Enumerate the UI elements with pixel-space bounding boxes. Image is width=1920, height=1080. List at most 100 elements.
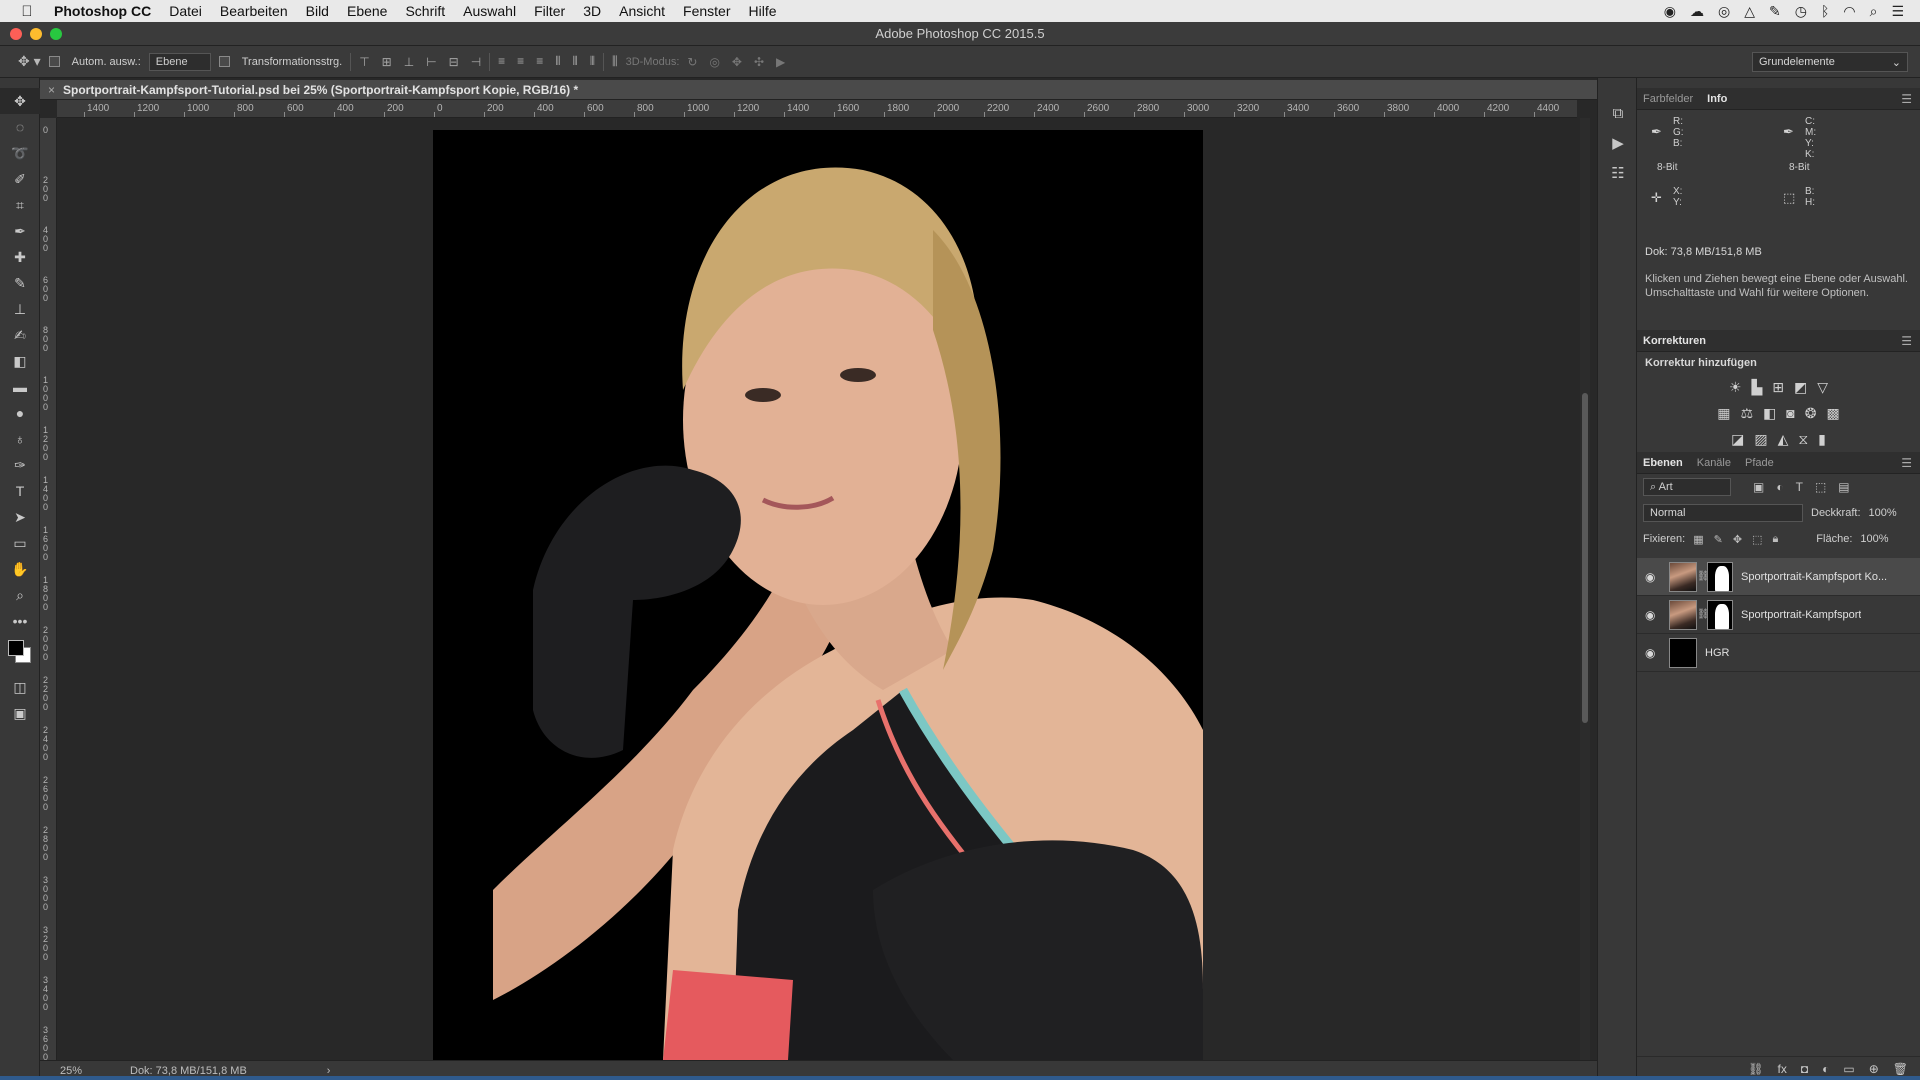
rectangle-tool-icon[interactable]: ▭: [0, 530, 40, 556]
minimize-window-button[interactable]: [30, 27, 42, 40]
3d-orbit-icon[interactable]: ↻: [687, 55, 697, 69]
photo-filter-icon[interactable]: ◙: [1786, 405, 1794, 421]
delete-layer-icon[interactable]: 🗑︎: [1893, 1062, 1908, 1076]
pen-tool-icon[interactable]: ✑: [0, 452, 40, 478]
posterize-icon[interactable]: ▨: [1754, 431, 1767, 448]
dodge-tool-icon[interactable]: ♁: [0, 426, 40, 452]
curves-icon[interactable]: ⊞: [1772, 379, 1784, 396]
link-layers-icon[interactable]: ⛓: [1748, 1062, 1763, 1076]
brightness-contrast-icon[interactable]: ☀: [1729, 379, 1742, 396]
drive-icon[interactable]: △: [1744, 3, 1755, 20]
vertical-ruler[interactable]: 0 200 400 600 800 1000 1200 1400 1600 1800 2000 220…: [40, 118, 57, 1060]
3d-pan-icon[interactable]: ✥: [732, 55, 742, 69]
align-top-icon[interactable]: ⊤: [359, 55, 369, 69]
3d-roll-icon[interactable]: ◎: [709, 55, 719, 69]
layer-name[interactable]: HGR: [1705, 647, 1729, 659]
filter-adjustment-icon[interactable]: ◐: [1776, 480, 1783, 494]
screen-mode-icon[interactable]: ▣: [0, 700, 40, 726]
3d-camera-icon[interactable]: ▶: [776, 55, 785, 69]
move-tool-preset-icon[interactable]: ✥ ▾: [18, 53, 41, 70]
new-layer-icon[interactable]: ⊕: [1869, 1062, 1879, 1076]
add-mask-icon[interactable]: ◘: [1801, 1062, 1808, 1076]
distribute-bottom-icon[interactable]: ≡: [536, 54, 543, 69]
distribute-top-icon[interactable]: ≡: [498, 54, 505, 69]
canvas-area[interactable]: [57, 118, 1577, 1060]
menu-auswahl[interactable]: Auswahl: [463, 3, 516, 19]
exposure-icon[interactable]: ◩: [1794, 379, 1807, 396]
creative-cloud-icon[interactable]: ◎: [1718, 3, 1730, 20]
align-right-icon[interactable]: ⊣: [471, 55, 481, 69]
record-icon[interactable]: ◉: [1664, 3, 1676, 20]
vibrance-icon[interactable]: ▽: [1817, 379, 1828, 396]
distribute-left-icon[interactable]: ⦀: [555, 54, 560, 69]
new-adjustment-layer-icon[interactable]: ◐: [1822, 1062, 1829, 1076]
feather-icon[interactable]: ✎: [1769, 3, 1781, 20]
tab-kanaele[interactable]: Kanäle: [1697, 457, 1731, 469]
levels-icon[interactable]: ▙: [1752, 379, 1763, 396]
time-machine-icon[interactable]: ◷: [1795, 3, 1807, 20]
filter-shape-icon[interactable]: ⬚: [1815, 480, 1826, 494]
layer-thumbnail[interactable]: [1669, 637, 1697, 668]
hand-tool-icon[interactable]: ✋: [0, 556, 40, 582]
align-hcenter-icon[interactable]: ⊟: [449, 55, 459, 69]
crop-tool-icon[interactable]: ⌗: [0, 192, 40, 218]
notification-center-icon[interactable]: ☰: [1891, 3, 1904, 20]
layer-thumbnail[interactable]: [1669, 561, 1697, 592]
lock-artboard-icon[interactable]: ⬚: [1752, 533, 1762, 546]
quick-mask-icon[interactable]: ◫: [0, 674, 40, 700]
workspace-select[interactable]: Grundelemente ⌄: [1752, 52, 1908, 72]
layer-filter-kind-select[interactable]: ⌕ Art: [1643, 478, 1731, 496]
more-tools-icon[interactable]: •••: [0, 608, 40, 634]
lasso-tool-icon[interactable]: ➰: [0, 140, 40, 166]
filter-smart-object-icon[interactable]: ▤: [1838, 480, 1849, 494]
align-left-icon[interactable]: ⊢: [426, 55, 436, 69]
eye-icon[interactable]: ◉: [1645, 646, 1665, 660]
lock-all-icon[interactable]: 🔒︎: [1772, 533, 1778, 546]
layer-row[interactable]: ◉ ⛓ Sportportrait-Kampfsport: [1637, 596, 1920, 634]
opacity-field[interactable]: 100%: [1869, 507, 1897, 519]
layer-name[interactable]: Sportportrait-Kampfsport Ko...: [1741, 571, 1887, 583]
menu-app-name[interactable]: Photoshop CC: [54, 3, 151, 19]
spotlight-icon[interactable]: ⌕: [1870, 3, 1878, 20]
menu-3d[interactable]: 3D: [583, 3, 601, 19]
auto-select-target-select[interactable]: Ebene: [148, 52, 211, 71]
selective-color-icon[interactable]: ⧖: [1798, 431, 1808, 448]
gradient-map-icon[interactable]: ▮: [1818, 431, 1826, 448]
fill-field[interactable]: 100%: [1860, 533, 1888, 545]
maximize-window-button[interactable]: [50, 27, 62, 40]
auto-select-checkbox[interactable]: [48, 56, 64, 68]
layer-row[interactable]: ◉ ⛓ Sportportrait-Kampfsport Ko...: [1637, 558, 1920, 596]
panel-menu-icon[interactable]: ☰: [1901, 334, 1912, 348]
wifi-icon[interactable]: ◠: [1843, 3, 1855, 20]
menu-bild[interactable]: Bild: [306, 3, 329, 19]
history-brush-tool-icon[interactable]: ✍: [0, 322, 40, 348]
menu-schrift[interactable]: Schrift: [405, 3, 445, 19]
panel-menu-icon[interactable]: ☰: [1901, 92, 1912, 106]
black-white-icon[interactable]: ◧: [1763, 405, 1776, 422]
eyedropper-icon[interactable]: ✒: [1783, 124, 1794, 140]
healing-brush-tool-icon[interactable]: ✚: [0, 244, 40, 270]
menu-datei[interactable]: Datei: [169, 3, 202, 19]
bluetooth-icon[interactable]: ᛒ: [1821, 3, 1829, 20]
invert-icon[interactable]: ◪: [1731, 431, 1744, 448]
menu-hilfe[interactable]: Hilfe: [749, 3, 777, 19]
layer-name[interactable]: Sportportrait-Kampfsport: [1741, 609, 1861, 621]
apple-icon[interactable]: : [0, 3, 54, 20]
layer-thumbnail[interactable]: [1669, 599, 1697, 630]
close-window-button[interactable]: [10, 27, 22, 40]
document-tab[interactable]: × Sportportrait-Kampfsport-Tutorial.psd …: [40, 80, 1597, 100]
hue-saturation-icon[interactable]: ▦: [1717, 405, 1730, 422]
tab-korrekturen[interactable]: Korrekturen: [1643, 335, 1706, 347]
tab-ebenen[interactable]: Ebenen: [1643, 457, 1683, 469]
eyedropper-tool-icon[interactable]: ✒: [0, 218, 40, 244]
lock-image-icon[interactable]: ✎: [1714, 533, 1723, 546]
tab-farbfelder[interactable]: Farbfelder: [1643, 93, 1693, 105]
lock-position-icon[interactable]: ✥: [1733, 533, 1742, 546]
distribute-right-icon[interactable]: ⦀: [590, 54, 595, 69]
color-balance-icon[interactable]: ⚖: [1741, 405, 1754, 422]
lock-transparent-icon[interactable]: ▦: [1693, 533, 1703, 546]
new-group-icon[interactable]: ▭: [1843, 1062, 1854, 1076]
distribute-vcenter-icon[interactable]: ≡: [517, 54, 524, 69]
eye-icon[interactable]: ◉: [1645, 608, 1665, 622]
zoom-level[interactable]: 25%: [40, 1065, 130, 1077]
